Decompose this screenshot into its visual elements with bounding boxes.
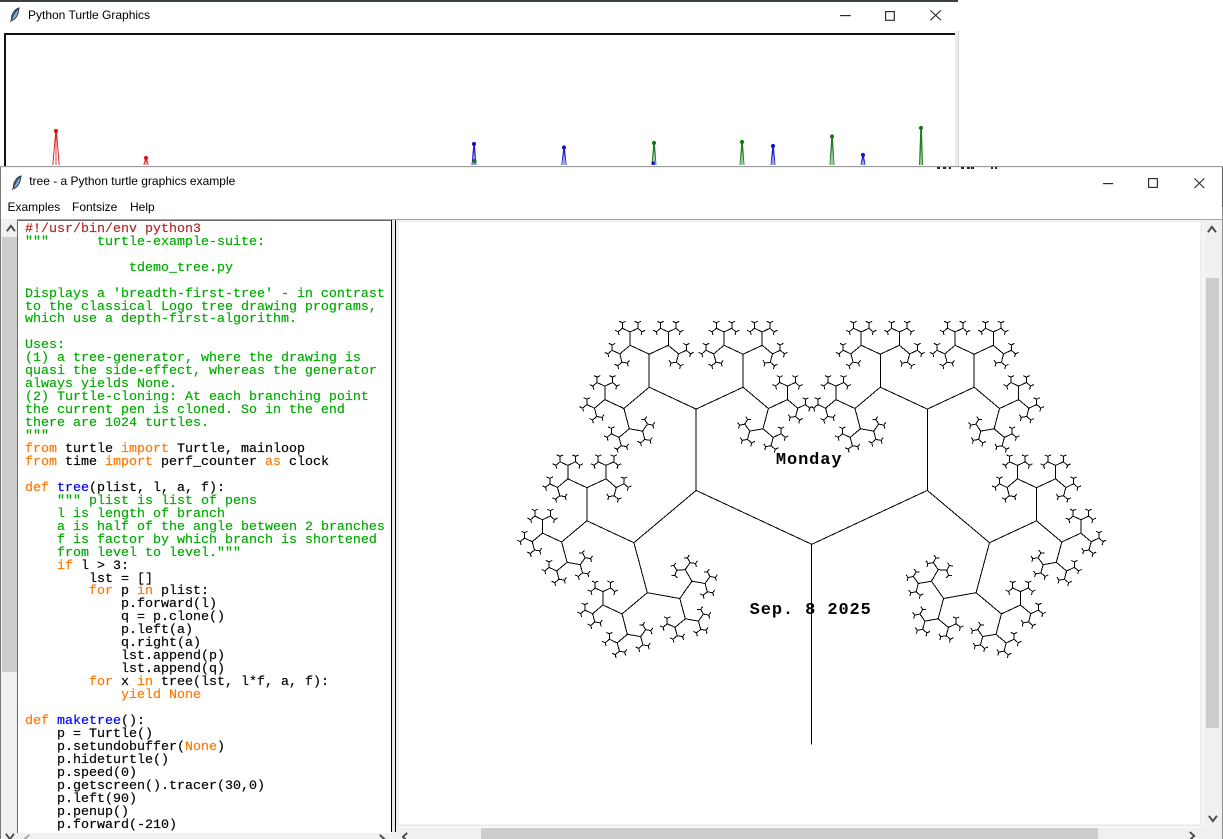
svg-text:Monday: Monday (775, 451, 842, 470)
svg-text:Sep. 8 2025: Sep. 8 2025 (749, 601, 871, 620)
